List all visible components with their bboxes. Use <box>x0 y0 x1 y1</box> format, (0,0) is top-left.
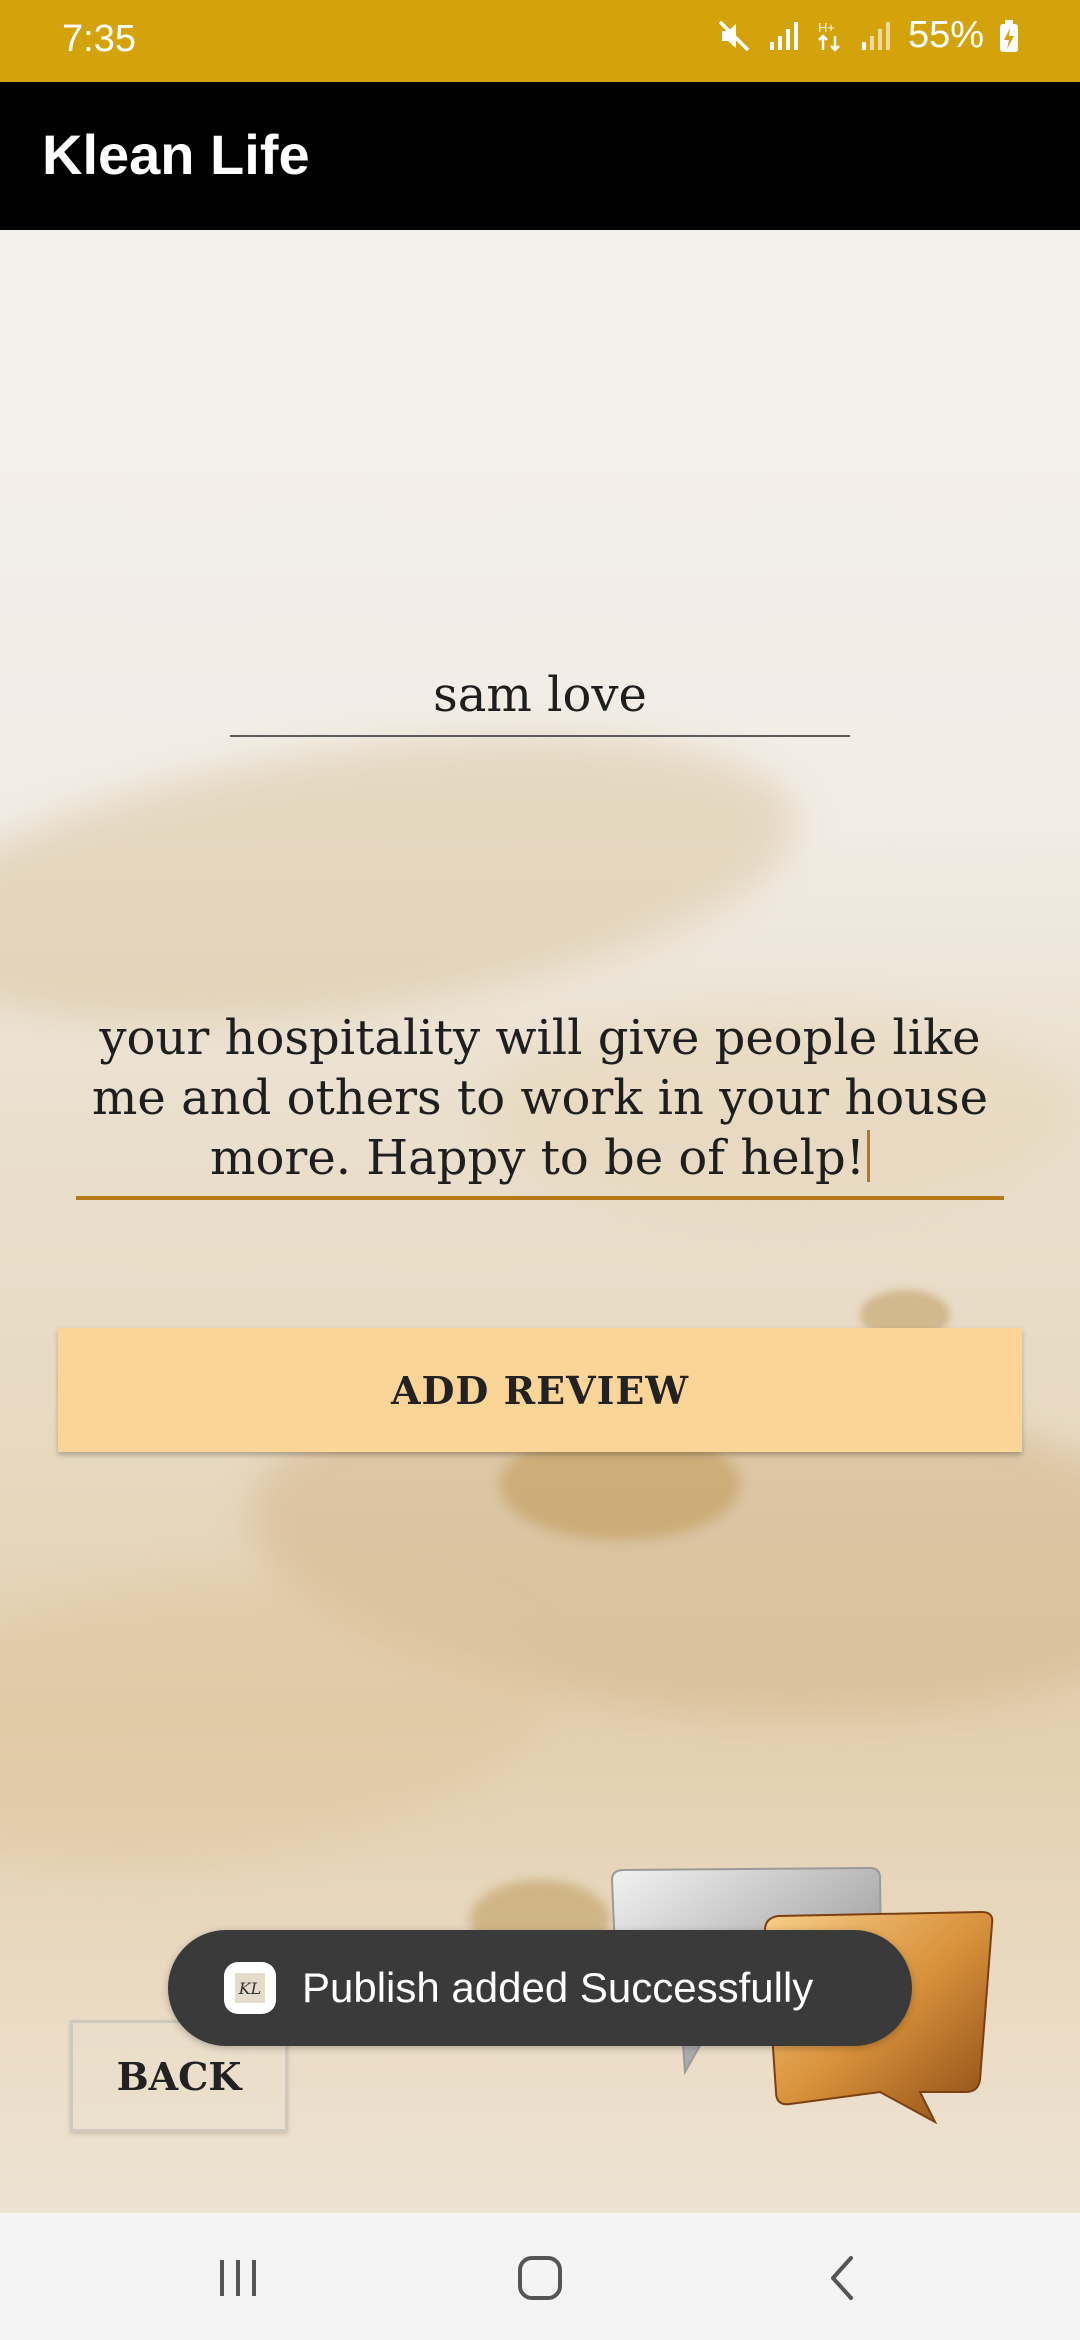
review-text: your hospitality will give people like m… <box>91 1010 989 1186</box>
status-bar: 7:35 H+ 55% <box>0 0 1080 82</box>
data-arrows-icon: H+ <box>816 18 844 54</box>
toast-notification: KL Publish added Successfully <box>168 1930 912 2046</box>
svg-text:H+: H+ <box>818 20 835 35</box>
home-icon[interactable] <box>490 2243 590 2313</box>
navigation-bar <box>0 2213 1080 2340</box>
battery-charging-icon <box>998 18 1020 54</box>
app-bar: Klean Life <box>0 82 1080 230</box>
mute-icon <box>716 18 752 54</box>
battery-percentage: 55% <box>907 14 984 56</box>
app-icon: KL <box>224 1962 276 2014</box>
add-review-button[interactable]: ADD REVIEW <box>58 1328 1022 1452</box>
recent-apps-icon[interactable] <box>188 2243 288 2313</box>
back-icon[interactable] <box>792 2243 892 2313</box>
signal-icon <box>766 18 802 54</box>
toast-message: Publish added Successfully <box>302 1964 814 2011</box>
reviewer-name-input[interactable]: sam love <box>230 655 850 737</box>
signal-icon <box>858 18 894 54</box>
app-title: Klean Life <box>42 123 310 186</box>
status-icons: H+ 55% <box>716 14 1020 57</box>
status-time: 7:35 <box>62 18 136 60</box>
text-cursor <box>867 1130 871 1182</box>
review-text-input[interactable]: your hospitality will give people like m… <box>76 1008 1004 1200</box>
app-icon-logo: KL <box>235 1973 265 2003</box>
